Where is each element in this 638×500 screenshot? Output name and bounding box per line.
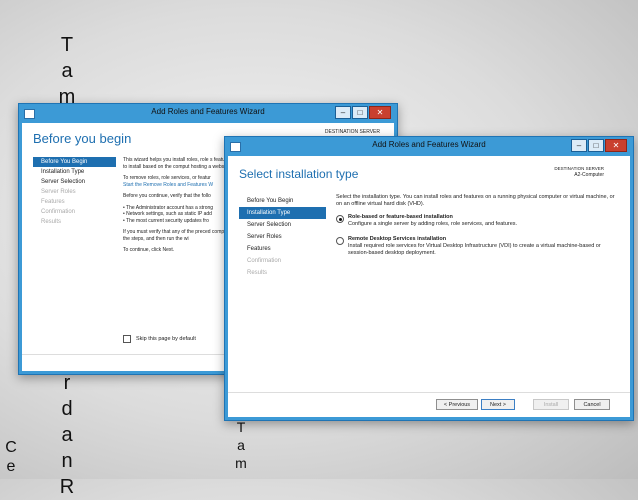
intro-text: Select the installation type. You can in… [336, 194, 615, 207]
vertical-letter: m [235, 455, 247, 471]
close-icon[interactable]: ✕ [605, 139, 627, 152]
nav-item-server-selection[interactable]: Server Selection [239, 219, 326, 231]
close-icon[interactable]: ✕ [369, 106, 391, 119]
nav-item-results: Results [41, 219, 62, 225]
paragraph: Before you continue, verify that the fol… [123, 193, 211, 199]
intro-text: This wizard helps you install roles, rol… [123, 157, 233, 259]
slide-vertical-text-left: Ce [4, 438, 18, 476]
paragraph: To remove roles, role services, or featu… [123, 175, 211, 181]
vertical-letter: R [59, 476, 75, 498]
slide-vertical-text-right: Tam [234, 418, 248, 472]
nav-item-results: Results [247, 270, 268, 276]
vertical-letter: a [61, 424, 73, 446]
nav-item-features: Features [41, 199, 65, 205]
option-label: Remote Desktop Services installation [348, 236, 447, 242]
vertical-letter: a [61, 60, 73, 82]
option-label: Role-based or feature-based installation [348, 214, 453, 220]
page-title: Select installation type [239, 167, 359, 181]
bullet: • The most current security updates fro [123, 217, 209, 224]
vertical-letter: e [6, 458, 16, 475]
vertical-letter: a [237, 437, 245, 453]
minimize-icon[interactable]: – [571, 139, 587, 152]
title-bar[interactable]: Add Roles and Features Wizard – □ ✕ [225, 137, 633, 156]
installation-option[interactable]: Remote Desktop Services installation Inst… [336, 236, 616, 257]
bullet: • Network settings, such as static IP ad… [123, 211, 212, 217]
remove-roles-link[interactable]: Start the Remove Roles and Features W [123, 182, 213, 188]
next-button[interactable]: Next > [481, 399, 515, 410]
installation-type-panel: Select the installation type. You can in… [336, 194, 616, 265]
checkbox[interactable] [123, 335, 131, 343]
nav-item-before-you-begin[interactable]: Before You Begin [33, 157, 116, 167]
nav-item-server-roles: Server Roles [41, 189, 76, 195]
destination-server-label: DESTINATION SERVER [554, 166, 604, 171]
title-bar[interactable]: Add Roles and Features Wizard – □ ✕ [19, 104, 397, 123]
skip-page-label: Skip this page by default [136, 336, 196, 342]
wizard-window-front: Add Roles and Features Wizard – □ ✕ Sele… [224, 136, 634, 421]
vertical-letter: C [5, 439, 17, 456]
vertical-letter: n [61, 450, 73, 472]
radio-button[interactable] [336, 215, 344, 223]
nav-item-features[interactable]: Features [239, 243, 326, 255]
wizard-nav: Before You Begin Installation Type Server … [239, 195, 326, 279]
paragraph: This wizard helps you install roles, rol… [123, 157, 232, 170]
paragraph: To continue, click Next. [123, 247, 175, 253]
bullet: • The Administrator account has a strong [123, 204, 214, 211]
radio-button[interactable] [336, 237, 344, 245]
vertical-letter: T [60, 34, 74, 56]
button-bar: < Previous Next > Install Cancel [228, 392, 630, 417]
destination-server: DESTINATION SERVER A2-Computer [554, 165, 604, 179]
nav-item-confirmation: Confirmation [247, 258, 282, 264]
skip-page-checkbox[interactable]: Skip this page by default [123, 335, 196, 343]
install-button[interactable]: Install [533, 399, 569, 410]
vertical-letter: d [61, 398, 73, 420]
maximize-icon[interactable]: □ [352, 106, 368, 119]
nav-item-installation-type[interactable]: Installation Type [239, 207, 326, 219]
minimize-icon[interactable]: – [335, 106, 351, 119]
installation-option[interactable]: Role-based or feature-based installation… [336, 214, 616, 228]
nav-item-before-you-begin[interactable]: Before You Begin [239, 195, 326, 207]
option-description: Configure a single server by adding role… [348, 221, 518, 227]
nav-item-installation-type[interactable]: Installation Type [33, 167, 116, 177]
nav-item-confirmation: Confirmation [41, 209, 76, 215]
nav-item-server-roles[interactable]: Server Roles [239, 231, 326, 243]
option-description: Install required role services for Virtu… [348, 243, 601, 256]
destination-server-label: DESTINATION SERVER [324, 129, 380, 135]
paragraph: If you must verify that any of the prece… [123, 229, 233, 242]
wizard-nav: Before You Begin Installation Type Server … [33, 157, 116, 227]
nav-item-server-selection[interactable]: Server Selection [33, 177, 116, 187]
previous-button[interactable]: < Previous [436, 399, 478, 410]
destination-server-value: A2-Computer [574, 172, 604, 178]
page-title: Before you begin [33, 131, 132, 146]
maximize-icon[interactable]: □ [588, 139, 604, 152]
cancel-button[interactable]: Cancel [574, 399, 610, 410]
